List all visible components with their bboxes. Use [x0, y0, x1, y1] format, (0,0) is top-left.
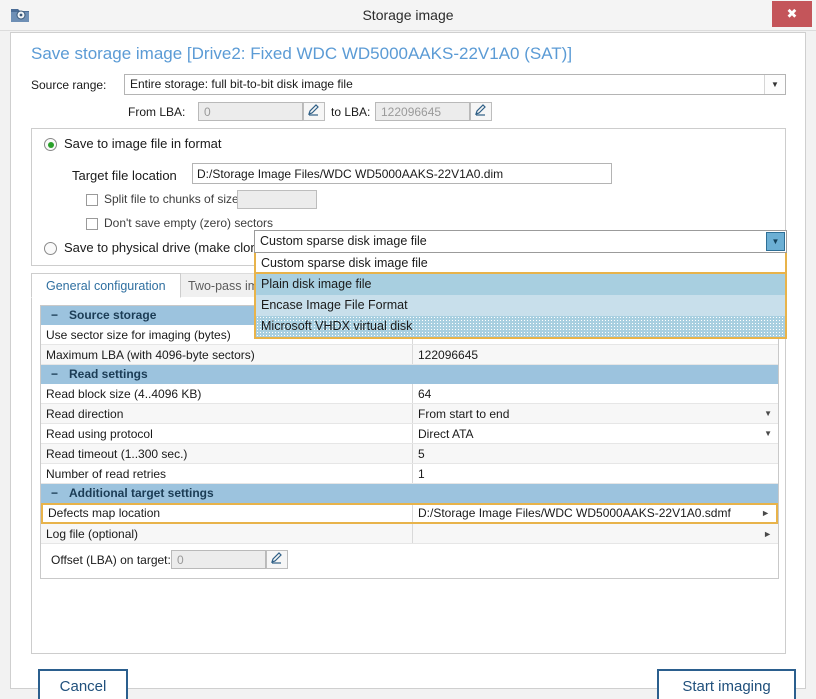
chevron-down-icon[interactable]: ▼	[764, 424, 772, 443]
setting-value-text: From start to end	[418, 407, 510, 421]
dialog-content: Save storage image [Drive2: Fixed WDC WD…	[10, 32, 806, 699]
chevron-down-icon[interactable]: ▼	[764, 75, 785, 94]
group-title-source-storage: Source storage	[69, 308, 157, 322]
dont-save-empty-label: Don't save empty (zero) sectors	[104, 216, 274, 230]
start-imaging-button[interactable]: Start imaging	[657, 669, 796, 699]
settings-grid: − Source storage Use sector size for ima…	[40, 305, 779, 579]
setting-value-text: D:/Storage Image Files/WDC WD5000AAKS-22…	[418, 506, 731, 520]
format-option-0[interactable]: Custom sparse disk image file	[256, 253, 785, 274]
to-lba-label: to LBA:	[331, 105, 371, 119]
setting-value: 122096645	[418, 348, 479, 362]
from-lba-label: From LBA:	[128, 105, 186, 119]
to-lba-input[interactable]: 122096645	[375, 102, 470, 121]
offset-lba-input[interactable]: 0	[171, 550, 266, 569]
format-option-1[interactable]: Plain disk image file	[256, 274, 785, 295]
edit-pencil-icon-offset[interactable]	[266, 550, 288, 569]
table-row-defects-map-location[interactable]: Defects map location D:/Storage Image Fi…	[41, 503, 778, 524]
save-to-physical-drive-label: Save to physical drive (make clone to)	[64, 240, 284, 255]
source-range-select[interactable]: Entire storage: full bit-to-bit disk ima…	[124, 74, 786, 95]
setting-value-text: Direct ATA	[418, 427, 474, 441]
table-row[interactable]: Number of read retries 1	[41, 464, 778, 484]
setting-value[interactable]: 64	[413, 384, 778, 403]
image-format-selected-value: Custom sparse disk image file	[260, 234, 427, 248]
title-bar: Storage image ✖	[0, 0, 816, 31]
close-icon[interactable]: ✖	[772, 1, 812, 27]
setting-key: Read block size (4..4096 KB)	[41, 384, 413, 403]
group-title-additional-target-settings: Additional target settings	[69, 486, 214, 500]
target-group-box: Save to image file in format Target file…	[31, 128, 787, 339]
setting-key: Defects map location	[43, 505, 413, 522]
table-row-log-file[interactable]: Log file (optional) ►	[41, 524, 778, 544]
setting-value[interactable]: ►	[413, 524, 778, 543]
checkbox-dont-save-empty[interactable]	[86, 218, 98, 230]
image-format-select[interactable]: Custom sparse disk image file ▼	[254, 230, 787, 253]
table-row[interactable]: Read block size (4..4096 KB) 64	[41, 384, 778, 404]
storage-image-dialog: Storage image ✖ Save storage image [Driv…	[0, 0, 816, 699]
cancel-button[interactable]: Cancel	[38, 669, 128, 699]
source-range-label: Source range:	[31, 78, 107, 92]
chevron-down-icon-format[interactable]: ▼	[766, 232, 785, 251]
offset-row: Offset (LBA) on target: 0	[41, 544, 778, 578]
target-file-location-input[interactable]: D:/Storage Image Files/WDC WD5000AAKS-22…	[192, 163, 612, 184]
target-file-location-label: Target file location	[72, 168, 177, 183]
from-lba-input[interactable]: 0	[198, 102, 303, 121]
collapse-icon-read-settings[interactable]: −	[51, 365, 58, 384]
checkbox-split-file[interactable]	[86, 194, 98, 206]
format-option-2[interactable]: Encase Image File Format	[256, 295, 785, 316]
edit-pencil-icon-to[interactable]	[470, 102, 492, 121]
chevron-down-icon[interactable]: ▼	[764, 404, 772, 423]
page-title: Save storage image [Drive2: Fixed WDC WD…	[31, 44, 573, 63]
setting-key: Number of read retries	[41, 464, 413, 483]
collapse-icon-additional-target-settings[interactable]: −	[51, 484, 58, 503]
offset-lba-label: Offset (LBA) on target:	[51, 553, 171, 567]
group-title-read-settings: Read settings	[69, 367, 148, 381]
setting-value[interactable]: 1	[413, 464, 778, 483]
source-range-value: Entire storage: full bit-to-bit disk ima…	[130, 77, 353, 91]
setting-value[interactable]: From start to end ▼	[413, 404, 778, 423]
tab-panel-general-configuration: − Source storage Use sector size for ima…	[31, 297, 786, 654]
collapse-icon-source-storage[interactable]: −	[51, 306, 58, 325]
split-size-input[interactable]	[237, 190, 317, 209]
split-file-label: Split file to chunks of size:	[104, 192, 243, 206]
format-option-3[interactable]: Microsoft VHDX virtual disk	[256, 316, 785, 337]
setting-value[interactable]: Direct ATA ▼	[413, 424, 778, 443]
group-header-additional-target-settings[interactable]: − Additional target settings	[41, 484, 778, 503]
radio-save-to-physical-drive[interactable]	[44, 242, 57, 255]
tab-general-configuration[interactable]: General configuration	[31, 273, 181, 298]
setting-value[interactable]: 5	[413, 444, 778, 463]
table-row[interactable]: Read timeout (1..300 sec.) 5	[41, 444, 778, 464]
edit-pencil-icon-from[interactable]	[303, 102, 325, 121]
table-row[interactable]: Maximum LBA (with 4096-byte sectors) 122…	[41, 345, 778, 365]
setting-key: Read using protocol	[41, 424, 413, 443]
radio-save-to-image-file[interactable]	[44, 138, 57, 151]
setting-key: Read direction	[41, 404, 413, 423]
setting-key: Maximum LBA (with 4096-byte sectors)	[41, 345, 413, 364]
window-title: Storage image	[362, 7, 454, 23]
image-format-dropdown-list[interactable]: Custom sparse disk image file Plain disk…	[254, 253, 787, 339]
setting-key: Log file (optional)	[41, 524, 413, 543]
chevron-right-icon[interactable]: ►	[763, 524, 772, 543]
table-row[interactable]: Read direction From start to end ▼	[41, 404, 778, 424]
table-row[interactable]: Read using protocol Direct ATA ▼	[41, 424, 778, 444]
chevron-right-icon[interactable]: ►	[761, 505, 770, 522]
setting-key: Read timeout (1..300 sec.)	[41, 444, 413, 463]
setting-value[interactable]: D:/Storage Image Files/WDC WD5000AAKS-22…	[413, 505, 776, 522]
save-to-image-file-label: Save to image file in format	[64, 136, 222, 151]
group-header-read-settings[interactable]: − Read settings	[41, 365, 778, 384]
